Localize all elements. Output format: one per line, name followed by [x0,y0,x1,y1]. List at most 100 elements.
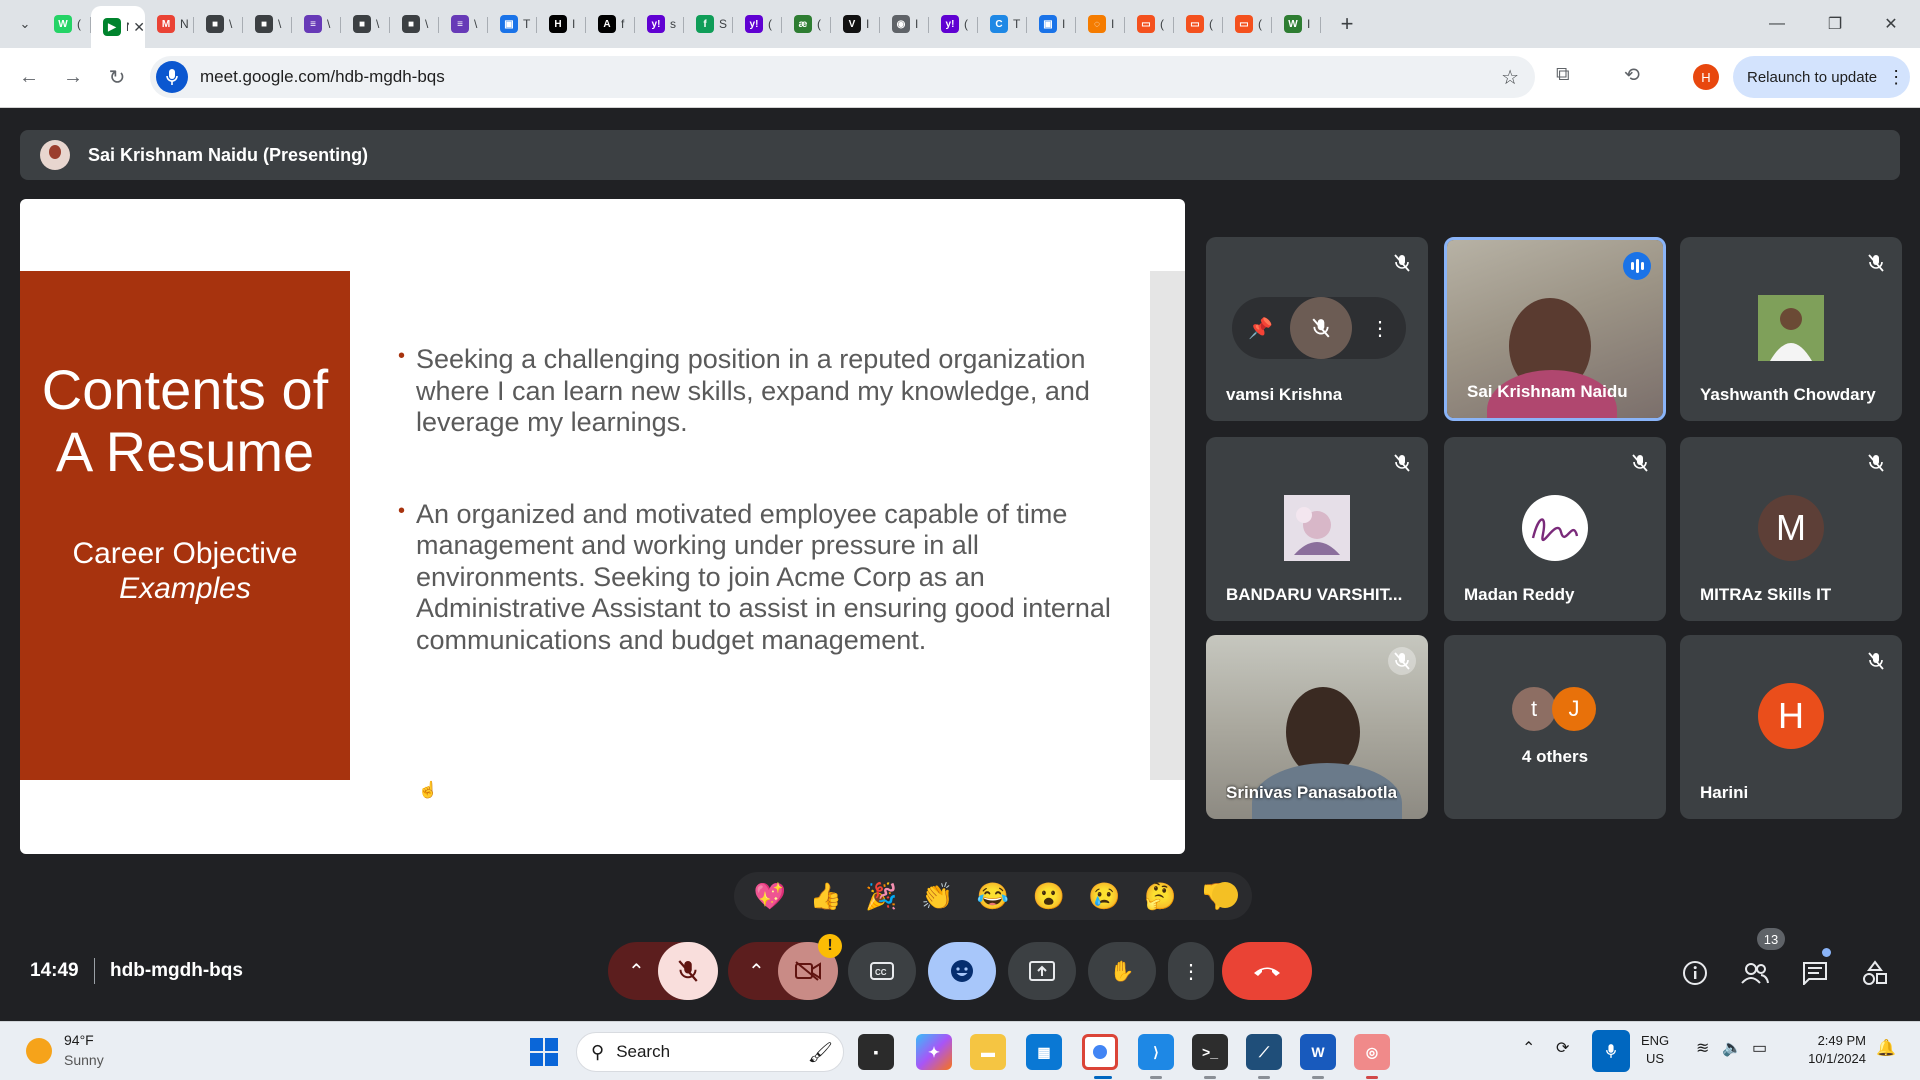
taskbar-search-box[interactable]: ⚲ Search 🖌 [576,1032,844,1072]
browser-tab[interactable]: WI [1272,6,1321,42]
history-icon[interactable]: ⟲ [1624,64,1640,87]
chrome-icon[interactable] [1082,1034,1118,1070]
system-clock[interactable]: 2:49 PM 10/1/2024 [1800,1032,1866,1068]
browser-tab[interactable]: ▭( [1223,6,1272,42]
chevron-up-icon[interactable]: ⌃ [1522,1038,1535,1058]
task-view-icon[interactable]: ▪ [858,1034,894,1070]
emoji-reactions-button[interactable] [928,942,996,1000]
participant-tile[interactable]: M MITRAz Skills IT [1680,437,1902,621]
meeting-details-button[interactable] [1678,956,1712,990]
sun-weather-icon[interactable] [26,1038,52,1064]
close-tab-icon[interactable]: ✕ [133,19,145,36]
participant-tile[interactable]: BANDARU VARSHIT... [1206,437,1428,621]
mic-site-icon[interactable] [156,61,188,93]
others-tile[interactable]: t J 4 others [1444,635,1666,819]
store-icon[interactable]: ▦ [1026,1034,1062,1070]
new-tab-button[interactable]: + [1331,11,1363,37]
minimize-button[interactable]: — [1748,0,1806,48]
windows-start-icon[interactable] [530,1038,558,1066]
notification-bell-icon[interactable]: 🔔 [1876,1038,1896,1058]
file-explorer-icon[interactable]: ▬ [970,1034,1006,1070]
participant-tile[interactable]: Sai Krishnam Naidu [1444,237,1666,421]
forward-button[interactable]: → [58,62,88,92]
participant-tile[interactable]: Madan Reddy [1444,437,1666,621]
browser-tab[interactable]: fS [684,6,733,42]
mute-participant-icon[interactable] [1290,297,1353,359]
language-indicator[interactable]: ENG US [1641,1032,1669,1068]
slide-scrollbar[interactable] [1150,271,1185,780]
volume-icon[interactable]: 🔈 [1722,1038,1742,1058]
vscode-icon[interactable]: ⟩ [1138,1034,1174,1070]
clock-date: 10/1/2024 [1808,1051,1866,1066]
more-options-icon[interactable]: ⋮ [1370,316,1390,341]
browser-tab[interactable]: ■ \ [243,6,292,42]
terminal-icon[interactable]: >_ [1192,1034,1228,1070]
browser-tab[interactable]: ◉ I [880,6,929,42]
browser-tab[interactable]: ■ \ [390,6,439,42]
extensions-icon[interactable]: ⧉ [1556,64,1570,86]
browser-tab[interactable]: ■ \ [341,6,390,42]
reaction-surprised-button[interactable]: 😮 [1027,881,1071,912]
word-icon[interactable]: W [1300,1034,1336,1070]
browser-tab[interactable]: ■ \ [194,6,243,42]
browser-tab[interactable]: ≡ \ [292,6,341,42]
browser-tab[interactable]: W( [42,6,91,42]
participant-tile[interactable]: Srinivas Panasabotla [1206,635,1428,819]
reaction-thinking-button[interactable]: 🤔 [1138,881,1182,912]
profile-avatar[interactable]: H [1693,64,1719,90]
weather-condition[interactable]: Sunny [64,1052,104,1068]
network-tool-icon[interactable]: ⟋ [1246,1034,1282,1070]
browser-tab[interactable]: MN [145,6,194,42]
browser-tab[interactable]: ▶ N ✕ [91,6,145,48]
reaction-party-button[interactable]: 🎉 [859,881,903,912]
snipping-tool-icon[interactable]: ◎ [1354,1034,1390,1070]
reaction-laugh-button[interactable]: 😂 [971,881,1015,912]
restore-button[interactable]: ❐ [1806,0,1864,48]
relaunch-button[interactable]: Relaunch to update ⋮ [1733,56,1910,98]
sync-icon[interactable]: ⟳ [1556,1038,1569,1058]
skin-tone-button[interactable] [1212,882,1238,908]
browser-tab[interactable]: æ( [782,6,831,42]
reaction-sad-button[interactable]: 😢 [1082,881,1126,912]
browser-tab[interactable]: y! ( [733,6,782,42]
reaction-thumbs-up-button[interactable]: 👍 [804,881,848,912]
battery-icon[interactable]: ▭ [1752,1038,1767,1058]
captions-button[interactable]: CC [848,942,916,1000]
browser-tab[interactable]: y! s [635,6,684,42]
address-bar[interactable]: meet.google.com/hdb-mgdh-bqs ☆ [150,56,1535,98]
activities-button[interactable] [1858,956,1892,990]
raise-hand-button[interactable]: ✋ [1088,942,1156,1000]
browser-tab[interactable]: Af [586,6,635,42]
back-button[interactable]: ← [14,62,44,92]
browser-tab[interactable]: ▭( [1174,6,1223,42]
reload-button[interactable]: ↻ [102,62,132,92]
copilot-icon[interactable]: ✦ [916,1034,952,1070]
browser-tab[interactable]: y! ( [929,6,978,42]
participant-tile[interactable]: Yashwanth Chowdary [1680,237,1902,421]
browser-tab[interactable]: CT [978,6,1027,42]
browser-tab[interactable]: ▭( [1125,6,1174,42]
reaction-heart-button[interactable]: 💖 [748,881,792,912]
close-window-button[interactable]: ✕ [1862,0,1920,48]
weather-temperature[interactable]: 94°F [64,1032,94,1048]
tab-search-button[interactable]: ⌄ [8,7,42,41]
reaction-clap-button[interactable]: 👏 [915,881,959,912]
browser-tab[interactable]: ▣ I [1027,6,1076,42]
pin-icon[interactable]: 📌 [1248,316,1273,341]
browser-tab[interactable]: ◌ I [1076,6,1125,42]
browser-tab[interactable]: VI [831,6,880,42]
browser-tab[interactable]: ≡ \ [439,6,488,42]
microphone-toggle-button[interactable] [658,942,718,1000]
participant-tile[interactable]: 📌 ⋮ vamsi Krishna [1206,237,1428,421]
leave-call-button[interactable] [1222,942,1312,1000]
browser-tab[interactable]: HI [537,6,586,42]
chat-button[interactable] [1798,956,1832,990]
people-button[interactable] [1738,956,1772,990]
microphone-in-use-icon[interactable] [1592,1030,1630,1072]
more-options-button[interactable]: ⋮ [1168,942,1214,1000]
bookmark-star-icon[interactable]: ☆ [1501,65,1519,90]
wifi-icon[interactable]: ≋ [1696,1038,1709,1058]
participant-tile[interactable]: H Harini [1680,635,1902,819]
browser-tab[interactable]: ▣ T [488,6,537,42]
present-screen-button[interactable] [1008,942,1076,1000]
